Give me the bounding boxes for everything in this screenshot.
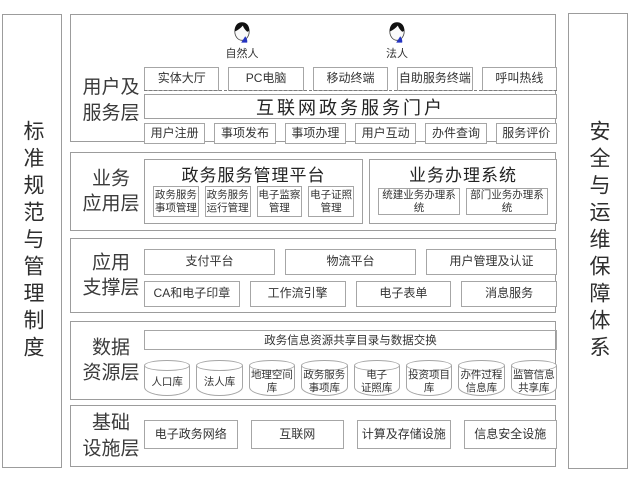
infrastructure-box: 互联网 [251,420,345,449]
platform-module-box: 政务服务 事项管理 [153,186,199,217]
support-service-box: 电子表单 [356,281,452,307]
portal-function-box: 事项发布 [214,123,275,144]
support-service-box: 消息服务 [461,281,557,307]
data-exchange-bar: 政务信息资源共享目录与数据交换 [144,330,557,350]
support-row-2: CA和电子印章 工作流引擎 电子表单 消息服务 [144,281,557,307]
database-cylinder-case-process: 办件过程 信息库 [458,366,504,396]
database-cylinder-legal-entity: 法人库 [196,366,242,396]
database-cylinder-investment: 投资项目 库 [406,366,452,396]
sidebar-standards-label: 标准规范与管理制度 [17,120,47,363]
egov-architecture-diagram: 标准规范与管理制度 安全与运维保障体系 用户及 服务层 自然人 法人 实体大厅 [0,0,630,480]
layer-business-app-label: 业务 应用层 [77,166,145,217]
business-groups-row: 政务服务管理平台 政务服务 事项管理 政务服务 运行管理 电子监察 管理 电子证… [144,159,557,224]
actor-legal-person: 法人 [362,21,432,61]
support-service-box: 支付平台 [144,249,275,275]
database-cylinder-service-items: 政务服务 事项库 [301,366,347,396]
layer-app-support-label: 应用 支撑层 [77,250,145,301]
sidebar-security-ops-label: 安全与运维保障体系 [583,120,613,363]
channel-box: PC电脑 [228,67,303,91]
layer-user-service-label: 用户及 服务层 [77,75,145,126]
actor-legal-person-label: 法人 [386,45,408,61]
legal-person-icon [387,21,407,44]
infrastructure-row: 电子政务网络 互联网 计算及存储设施 信息安全设施 [144,420,557,449]
database-cylinder-geospatial: 地理空间 库 [249,366,295,396]
database-cylinder-population: 人口库 [144,366,190,396]
infrastructure-box: 计算及存储设施 [357,420,451,449]
layer-app-support: 应用 支撑层 支付平台 物流平台 用户管理及认证 CA和电子印章 工作流引擎 电… [70,238,556,313]
channel-box: 移动终端 [313,67,388,91]
channel-box: 实体大厅 [144,67,219,91]
infrastructure-box: 信息安全设施 [464,420,558,449]
system-module-box: 统建业务办理系统 [378,188,460,215]
portal-function-box: 用户互动 [355,123,416,144]
gov-service-mgmt-platform: 政务服务管理平台 政务服务 事项管理 政务服务 运行管理 电子监察 管理 电子证… [144,159,363,224]
support-service-box: 用户管理及认证 [426,249,557,275]
portal-function-box: 事项办理 [285,123,346,144]
sidebar-security-ops: 安全与运维保障体系 [568,13,628,469]
channel-row: 实体大厅 PC电脑 移动终端 自助服务终端 呼叫热线 [144,67,557,91]
support-service-box: 物流平台 [285,249,416,275]
platform-module-box: 电子证照 管理 [308,186,354,217]
portal-function-row: 用户注册 事项发布 事项办理 用户互动 办件查询 服务评价 [144,123,557,144]
portal-function-box: 服务评价 [496,123,557,144]
layer-infrastructure-label: 基础 设施层 [77,410,145,461]
actor-natural-person-label: 自然人 [226,45,259,61]
business-handling-systems: 业务办理系统 统建业务办理系统 部门业务办理系统 [369,159,557,224]
layer-infrastructure: 基础 设施层 电子政务网络 互联网 计算及存储设施 信息安全设施 [70,405,556,467]
dashed-divider [144,90,557,91]
database-cylinder-e-license: 电子 证照库 [354,366,400,396]
layer-data-resource: 数据 资源层 政务信息资源共享目录与数据交换 人口库 法人库 地理空间 库 政务… [70,321,556,400]
gov-service-mgmt-platform-title: 政务服务管理平台 [153,160,354,186]
support-service-box: 工作流引擎 [250,281,346,307]
systems-module-row: 统建业务办理系统 部门业务办理系统 [378,188,548,215]
natural-person-icon [232,21,252,44]
support-service-box: CA和电子印章 [144,281,240,307]
portal-function-box: 用户注册 [144,123,205,144]
platform-module-row: 政务服务 事项管理 政务服务 运行管理 电子监察 管理 电子证照 管理 [153,186,354,217]
channel-box: 呼叫热线 [482,67,557,91]
support-row-1: 支付平台 物流平台 用户管理及认证 [144,249,557,275]
layer-data-resource-label: 数据 资源层 [77,335,145,386]
channel-box: 自助服务终端 [397,67,472,91]
platform-module-box: 政务服务 运行管理 [205,186,251,217]
system-module-box: 部门业务办理系统 [466,188,548,215]
internet-gov-service-portal: 互联网政务服务门户 [144,94,557,119]
database-cylinder-supervision: 监管信息 共享库 [511,366,557,396]
layer-user-service: 用户及 服务层 自然人 法人 实体大厅 PC电脑 移动终端 自助服务终端 呼叫热… [70,14,556,142]
portal-function-box: 办件查询 [425,123,486,144]
infrastructure-box: 电子政务网络 [144,420,238,449]
actor-natural-person: 自然人 [207,21,277,61]
layer-business-app: 业务 应用层 政务服务管理平台 政务服务 事项管理 政务服务 运行管理 电子监察… [70,152,556,231]
platform-module-box: 电子监察 管理 [257,186,303,217]
sidebar-standards: 标准规范与管理制度 [2,14,62,468]
database-row: 人口库 法人库 地理空间 库 政务服务 事项库 电子 证照库 投资项目 库 办件… [144,360,557,396]
business-handling-systems-title: 业务办理系统 [378,160,548,186]
